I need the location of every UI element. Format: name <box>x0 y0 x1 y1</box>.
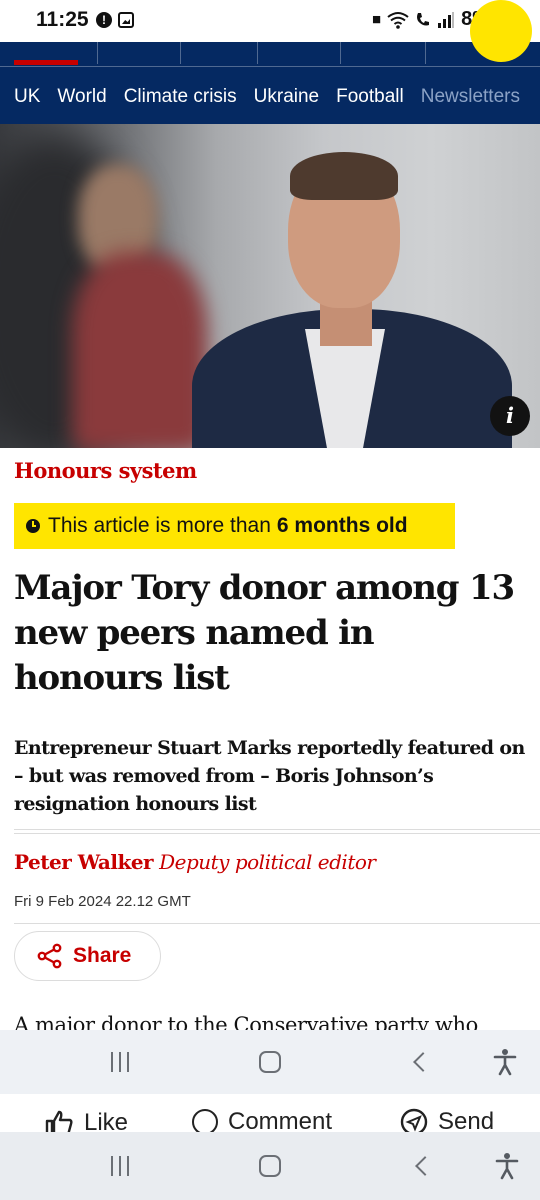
header-divider <box>0 66 540 67</box>
accessibility-icon[interactable] <box>492 1148 522 1184</box>
back-icon[interactable] <box>410 1148 440 1184</box>
hero-photo: i <box>0 124 540 448</box>
comment-label: Comment <box>228 1108 333 1132</box>
info-icon[interactable]: i <box>490 396 530 436</box>
call-icon <box>417 12 430 25</box>
status-bar: 11:25 ! ■ 8% <box>0 0 540 42</box>
status-notification-icons: ! <box>96 12 134 28</box>
guardian-header: UK World Climate crisis Ukraine Football… <box>0 0 540 124</box>
nav-item-world[interactable]: World <box>57 86 106 108</box>
divider <box>14 923 540 924</box>
age-warning-text: This article is more than <box>48 514 271 537</box>
back-icon[interactable] <box>408 1044 438 1080</box>
nav-item-football[interactable]: Football <box>336 86 404 108</box>
pillar-divider <box>180 42 181 64</box>
like-button[interactable]: Like <box>44 1108 128 1132</box>
section-nav: UK World Climate crisis Ukraine Football… <box>14 86 520 108</box>
gallery-icon <box>118 12 134 28</box>
article-standfirst: Entrepreneur Stuart Marks reportedly fea… <box>14 737 525 815</box>
nav-item-ukraine[interactable]: Ukraine <box>254 86 319 108</box>
section-kicker[interactable]: Honours system <box>14 458 197 483</box>
support-button[interactable] <box>470 0 532 62</box>
accessibility-icon[interactable] <box>490 1044 520 1080</box>
pillar-divider <box>425 42 426 64</box>
facebook-action-bar: Like Comment Send <box>0 1094 540 1132</box>
article-age-warning: This article is more than 6 months old <box>14 503 455 549</box>
system-nav-bar <box>0 1132 540 1200</box>
article-body-first-line: A major donor to the Conservative party … <box>14 1013 478 1030</box>
author-role: Deputy political editor <box>159 850 376 874</box>
send-label: Send <box>438 1108 495 1132</box>
comment-button[interactable]: Comment <box>192 1108 332 1132</box>
nav-item-newsletters[interactable]: Newsletters <box>421 86 520 108</box>
share-button[interactable]: Share <box>14 931 161 981</box>
data-saver-icon: ■ <box>372 11 382 28</box>
browser-nav-bar <box>0 1030 540 1094</box>
divider <box>14 829 540 830</box>
home-icon[interactable] <box>255 1044 285 1080</box>
alert-icon: ! <box>96 12 112 28</box>
signal-icon <box>438 11 455 28</box>
pillar-divider <box>257 42 258 64</box>
clock-icon <box>26 519 40 533</box>
wifi-icon <box>387 11 409 29</box>
home-icon[interactable] <box>255 1148 285 1184</box>
like-label: Like <box>84 1109 129 1132</box>
publish-date: Fri 9 Feb 2024 22.12 GMT <box>14 893 191 910</box>
pillar-nav <box>0 0 540 66</box>
divider <box>14 833 540 834</box>
article-headline: Major Tory donor among 13 new peers name… <box>14 568 515 698</box>
byline: Peter Walker Deputy political editor <box>14 850 376 874</box>
photo-subject-hair <box>290 152 398 200</box>
like-icon <box>45 1110 73 1132</box>
pillar-divider <box>340 42 341 64</box>
photo-background-person-body <box>72 252 207 448</box>
send-button[interactable]: Send <box>400 1108 494 1132</box>
nav-item-uk[interactable]: UK <box>14 86 40 108</box>
pillar-news-active[interactable] <box>14 60 78 65</box>
share-label: Share <box>73 944 132 967</box>
send-icon <box>400 1108 428 1132</box>
age-warning-emphasis: 6 months old <box>276 514 408 537</box>
comment-icon <box>192 1109 218 1132</box>
author-name[interactable]: Peter Walker <box>14 850 154 874</box>
status-time: 11:25 <box>36 8 89 31</box>
recents-icon[interactable] <box>100 1044 140 1080</box>
pillar-divider <box>97 42 98 64</box>
share-icon <box>37 943 62 969</box>
recents-icon[interactable] <box>100 1148 140 1184</box>
nav-item-climate-crisis[interactable]: Climate crisis <box>124 86 237 108</box>
